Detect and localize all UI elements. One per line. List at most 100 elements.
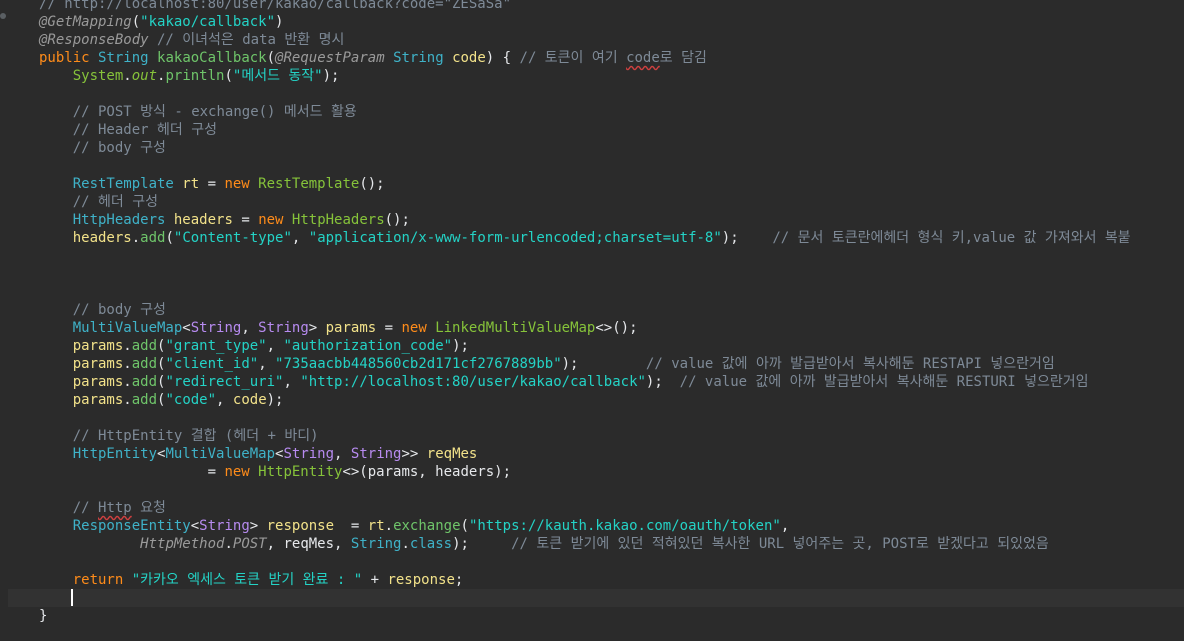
code-token: + (362, 572, 388, 588)
code-line[interactable]: // body 구성 (39, 139, 166, 157)
code-token: // 토큰이 여기 (519, 50, 627, 66)
code-token: ); (266, 392, 284, 408)
code-token: "redirect_uri" (165, 374, 284, 390)
code-line[interactable]: // Http 요청 (39, 499, 166, 517)
code-token: "client_id" (165, 356, 259, 372)
code-line[interactable]: // Header 헤더 구성 (39, 121, 217, 139)
code-token: } (39, 608, 48, 624)
code-line[interactable]: ResponseEntity<String> response = rt.exc… (39, 517, 790, 535)
code-token: , (283, 374, 301, 390)
code-token: "http://localhost:80/user/kakao/callback… (300, 374, 646, 390)
code-token: Http (98, 500, 132, 516)
code-token: "메서드 동작" (232, 68, 323, 84)
code-token: "kakao/callback" (140, 14, 276, 30)
code-token: // (72, 500, 99, 516)
code-line[interactable]: System.out.println("메서드 동작"); (39, 67, 340, 85)
code-token: rt (182, 176, 200, 192)
code-line[interactable]: params.add("client_id", "735aacbb448560c… (39, 355, 1055, 373)
code-line[interactable]: params.add("redirect_uri", "http://local… (39, 373, 1089, 391)
code-token: String (393, 50, 453, 66)
code-token: params (72, 356, 124, 372)
code-line[interactable]: return "카카오 엑세스 토큰 받기 완료 : " + response; (39, 571, 464, 589)
code-token: = (334, 518, 368, 534)
code-token: , reqMes, (266, 536, 351, 552)
code-token: ; (454, 572, 464, 588)
code-token: . (123, 356, 132, 372)
code-token: String (350, 446, 402, 462)
line-gutter (0, 0, 30, 641)
code-line[interactable]: } (39, 607, 47, 625)
code-line[interactable]: params.add("grant_type", "authorization_… (39, 337, 469, 355)
code-line[interactable]: @GetMapping("kakao/callback") (39, 13, 283, 31)
code-token: // body 구성 (72, 302, 166, 318)
code-token: ResponseEntity (72, 518, 191, 534)
code-token: . (224, 536, 233, 552)
code-line[interactable]: public String kakaoCallback(@RequestPara… (39, 49, 707, 67)
code-token: RestTemplate (72, 176, 183, 192)
code-token: // 헤더 구성 (72, 194, 158, 210)
code-token: // value 값에 아까 발급받아서 복사해둔 RESTAPI 넣으란거임 (645, 356, 1055, 372)
code-token: ); (452, 536, 512, 552)
code-token: HttpMethod (140, 536, 225, 552)
code-token: add (131, 356, 158, 372)
code-token: @RequestParam (275, 50, 394, 66)
code-token: // 토큰 받기에 있던 적혀있던 복사한 URL 넣어주는 곳, POST로 … (511, 536, 1049, 552)
code-token: out (131, 68, 158, 84)
text-cursor (71, 589, 73, 606)
code-line[interactable]: // http://localhost:80/user/kakao/callba… (39, 0, 511, 13)
code-token: String (190, 320, 242, 336)
code-token: > (308, 320, 326, 336)
code-token: ( (460, 518, 469, 534)
code-token: String (98, 50, 158, 66)
code-token: HttpHeaders (72, 212, 174, 228)
code-line[interactable]: @ResponseBody // 이녀석은 data 반환 명시 (39, 31, 344, 49)
code-line[interactable]: HttpEntity<MultiValueMap<String, String>… (39, 445, 478, 463)
code-token: @ResponseBody (39, 32, 149, 48)
code-token: (); (359, 176, 385, 192)
code-line[interactable]: params.add("code", code); (39, 391, 284, 409)
code-token: params (72, 338, 124, 354)
code-line[interactable]: // 헤더 구성 (39, 193, 158, 211)
code-line[interactable]: RestTemplate rt = new RestTemplate(); (39, 175, 385, 193)
code-line[interactable]: HttpMethod.POST, reqMes, String.class); … (39, 535, 1049, 553)
code-token: <>(); (595, 320, 638, 336)
code-token: ); (322, 68, 340, 84)
fold-marker-icon[interactable] (0, 13, 6, 19)
code-token: MultiValueMap (72, 320, 183, 336)
code-token: new (224, 464, 259, 480)
code-token: response (387, 572, 455, 588)
code-token: (); (384, 212, 410, 228)
code-editor[interactable]: // http://localhost:80/user/kakao/callba… (0, 0, 1184, 641)
code-line[interactable]: // HttpEntity 결합 (헤더 + 바디) (39, 427, 319, 445)
code-token: return (72, 572, 132, 588)
code-line[interactable]: headers.add("Content-type", "application… (39, 229, 1131, 247)
code-line[interactable]: HttpHeaders headers = new HttpHeaders(); (39, 211, 410, 229)
code-token: 요청 (131, 500, 166, 516)
code-token: "grant_type" (165, 338, 267, 354)
code-token: String (258, 320, 309, 336)
code-token: POST (232, 536, 267, 552)
code-token: // Header 헤더 구성 (72, 122, 217, 138)
code-line[interactable]: // POST 방식 - exchange() 메서드 활용 (39, 103, 357, 121)
code-token: code (626, 50, 660, 66)
code-token: new (224, 176, 259, 192)
code-line[interactable]: MultiValueMap<String, String> params = n… (39, 319, 638, 337)
code-token: "authorization_code" (283, 338, 453, 354)
code-token: ) { (485, 50, 520, 66)
code-token: String (199, 518, 250, 534)
code-token: "https://kauth.kakao.com/oauth/token" (468, 518, 781, 534)
code-line[interactable]: = new HttpEntity<>(params, headers); (39, 463, 511, 481)
code-token: HttpEntity (258, 464, 343, 480)
code-token: exchange (393, 518, 461, 534)
code-token: . (401, 536, 410, 552)
code-line[interactable]: // body 구성 (39, 301, 166, 319)
